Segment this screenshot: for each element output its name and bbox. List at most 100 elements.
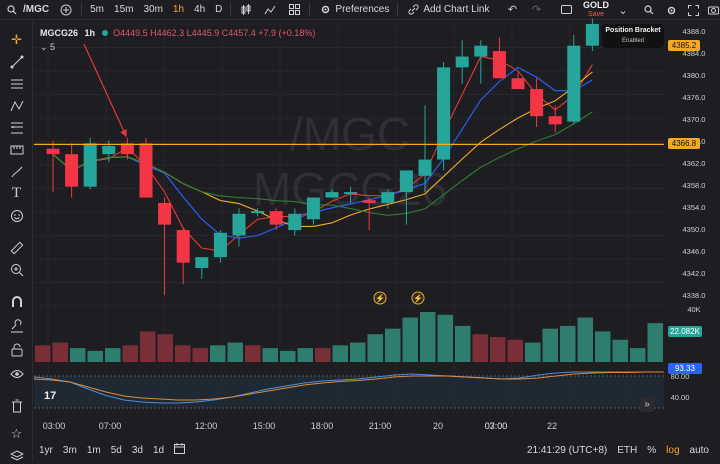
range-3m[interactable]: 3m xyxy=(58,445,82,456)
time-tick: 12:00 xyxy=(194,421,218,431)
date-range-button[interactable] xyxy=(169,443,190,457)
lightning-event-icon[interactable]: ⚡ xyxy=(411,291,425,305)
volume-bar xyxy=(455,325,471,362)
time-tick: 07:00 xyxy=(484,421,508,431)
candle-body xyxy=(344,192,358,195)
price-tick: 4362.0 xyxy=(683,159,706,168)
candle-body xyxy=(567,45,581,122)
annotation-arrow[interactable] xyxy=(83,43,127,138)
calendar-icon xyxy=(174,443,186,457)
session-toggle[interactable]: ETH xyxy=(612,445,642,456)
volume-bar xyxy=(490,337,506,362)
candle-body xyxy=(176,230,190,263)
position-bracket-title: Position Bracket xyxy=(605,27,661,34)
volume-bar xyxy=(87,350,103,362)
time-tick: 03:00 xyxy=(42,421,66,431)
volume-axis-label: 40K xyxy=(687,305,700,314)
clock-label[interactable]: 21:41:29 (UTC+8) xyxy=(522,445,612,456)
candle-body xyxy=(362,200,376,203)
time-axis[interactable]: 03:00 07:00 12:00 15:00 18:00 21:00 20 03:00 07:… xyxy=(34,420,664,434)
volume-bar xyxy=(560,325,576,362)
chevron-down-icon: ⌄ xyxy=(40,42,51,52)
price-tick: 4350.0 xyxy=(683,225,706,234)
time-tick: 15:00 xyxy=(252,421,276,431)
legend-high: H4462.3 xyxy=(150,28,185,38)
price-tick: 4338.0 xyxy=(683,291,706,300)
price-tag[interactable]: 4366.8 xyxy=(668,138,700,149)
candle-body xyxy=(232,213,246,236)
price-tick: 4342.0 xyxy=(683,269,706,278)
volume-bar xyxy=(140,331,156,362)
volume-bar xyxy=(227,342,243,362)
chart-legend[interactable]: MGCG26 1h O4449.5 H4462.3 L4445.9 C4457.… xyxy=(40,28,315,38)
indicators-collapse-toggle[interactable]: ⌄ 5 xyxy=(40,42,55,53)
candle-body xyxy=(158,202,172,225)
legend-change: +7.9 (+0.18%) xyxy=(258,28,316,38)
volume-bar xyxy=(437,314,453,362)
time-tick: 07:00 xyxy=(98,421,122,431)
range-group: 1yr 3m 1m 5d 3d 1d xyxy=(34,445,169,456)
range-1m[interactable]: 1m xyxy=(82,445,106,456)
volume-bar xyxy=(647,323,663,362)
volume-bar xyxy=(630,348,646,362)
candle-body xyxy=(83,143,97,187)
volume-bar xyxy=(385,328,401,362)
price-tick: 4354.0 xyxy=(683,203,706,212)
tv-logo[interactable]: 17 xyxy=(44,390,64,404)
percent-toggle[interactable]: % xyxy=(642,445,661,456)
legend-symbol: MGCG26 xyxy=(40,28,79,38)
range-1yr[interactable]: 1yr xyxy=(34,445,58,456)
auto-toggle[interactable]: auto xyxy=(685,445,714,456)
candle-body xyxy=(437,67,451,160)
osc-tag: 93.33 xyxy=(668,363,702,374)
candle-body xyxy=(195,257,209,269)
candle-body xyxy=(269,211,283,225)
price-tag[interactable]: 4385.2 xyxy=(668,40,700,51)
candle-body xyxy=(511,78,525,90)
volume-bar xyxy=(70,348,86,362)
volume-bar xyxy=(105,348,121,362)
candle-body xyxy=(548,116,562,125)
scroll-to-latest-button[interactable]: » xyxy=(640,398,654,412)
price-tick: 4380.0 xyxy=(683,71,706,80)
volume-bar xyxy=(192,348,208,362)
price-tick: 4376.0 xyxy=(683,93,706,102)
volume-bar xyxy=(280,350,296,362)
volume-bar xyxy=(35,345,51,362)
volume-bar xyxy=(245,345,261,362)
price-tick: 4346.0 xyxy=(683,247,706,256)
watermark-symbol: /MGC xyxy=(290,108,410,160)
volume-bar xyxy=(542,328,558,362)
candle-body xyxy=(492,51,506,79)
candle-body xyxy=(102,146,116,155)
position-bracket-panel[interactable]: Position Bracket Enabled xyxy=(602,24,664,48)
candle-body xyxy=(530,89,544,117)
lightning-event-icon[interactable]: ⚡ xyxy=(373,291,387,305)
candle-body xyxy=(213,232,227,258)
range-1d[interactable]: 1d xyxy=(148,445,169,456)
log-toggle[interactable]: log xyxy=(661,445,684,456)
candle-body xyxy=(46,148,60,155)
range-5d[interactable]: 5d xyxy=(106,445,127,456)
osc-tick: 40.00 xyxy=(671,393,690,402)
legend-interval: 1h xyxy=(84,28,96,38)
volume-bar xyxy=(612,339,628,362)
volume-bar xyxy=(332,345,348,362)
candle-body xyxy=(251,211,265,214)
watermark-contract: MGCG26 xyxy=(253,163,447,215)
price-chart[interactable]: /MGC MGCG26 4388.04384.04380.04376.04370… xyxy=(0,0,720,462)
volume-bar xyxy=(157,334,173,362)
svg-text:⚡: ⚡ xyxy=(375,293,385,303)
time-tick: 22 xyxy=(546,421,558,431)
volume-bar xyxy=(210,345,226,362)
candle-body xyxy=(455,56,469,68)
time-tick: 21:00 xyxy=(368,421,392,431)
volume-bar xyxy=(315,348,331,362)
candle-body xyxy=(325,192,339,198)
candle-body xyxy=(585,24,599,46)
svg-text:⚡: ⚡ xyxy=(413,293,423,303)
range-3d[interactable]: 3d xyxy=(127,445,148,456)
volume-bar xyxy=(297,348,313,362)
candle-body xyxy=(474,45,488,57)
price-tick: 4388.0 xyxy=(683,27,706,36)
